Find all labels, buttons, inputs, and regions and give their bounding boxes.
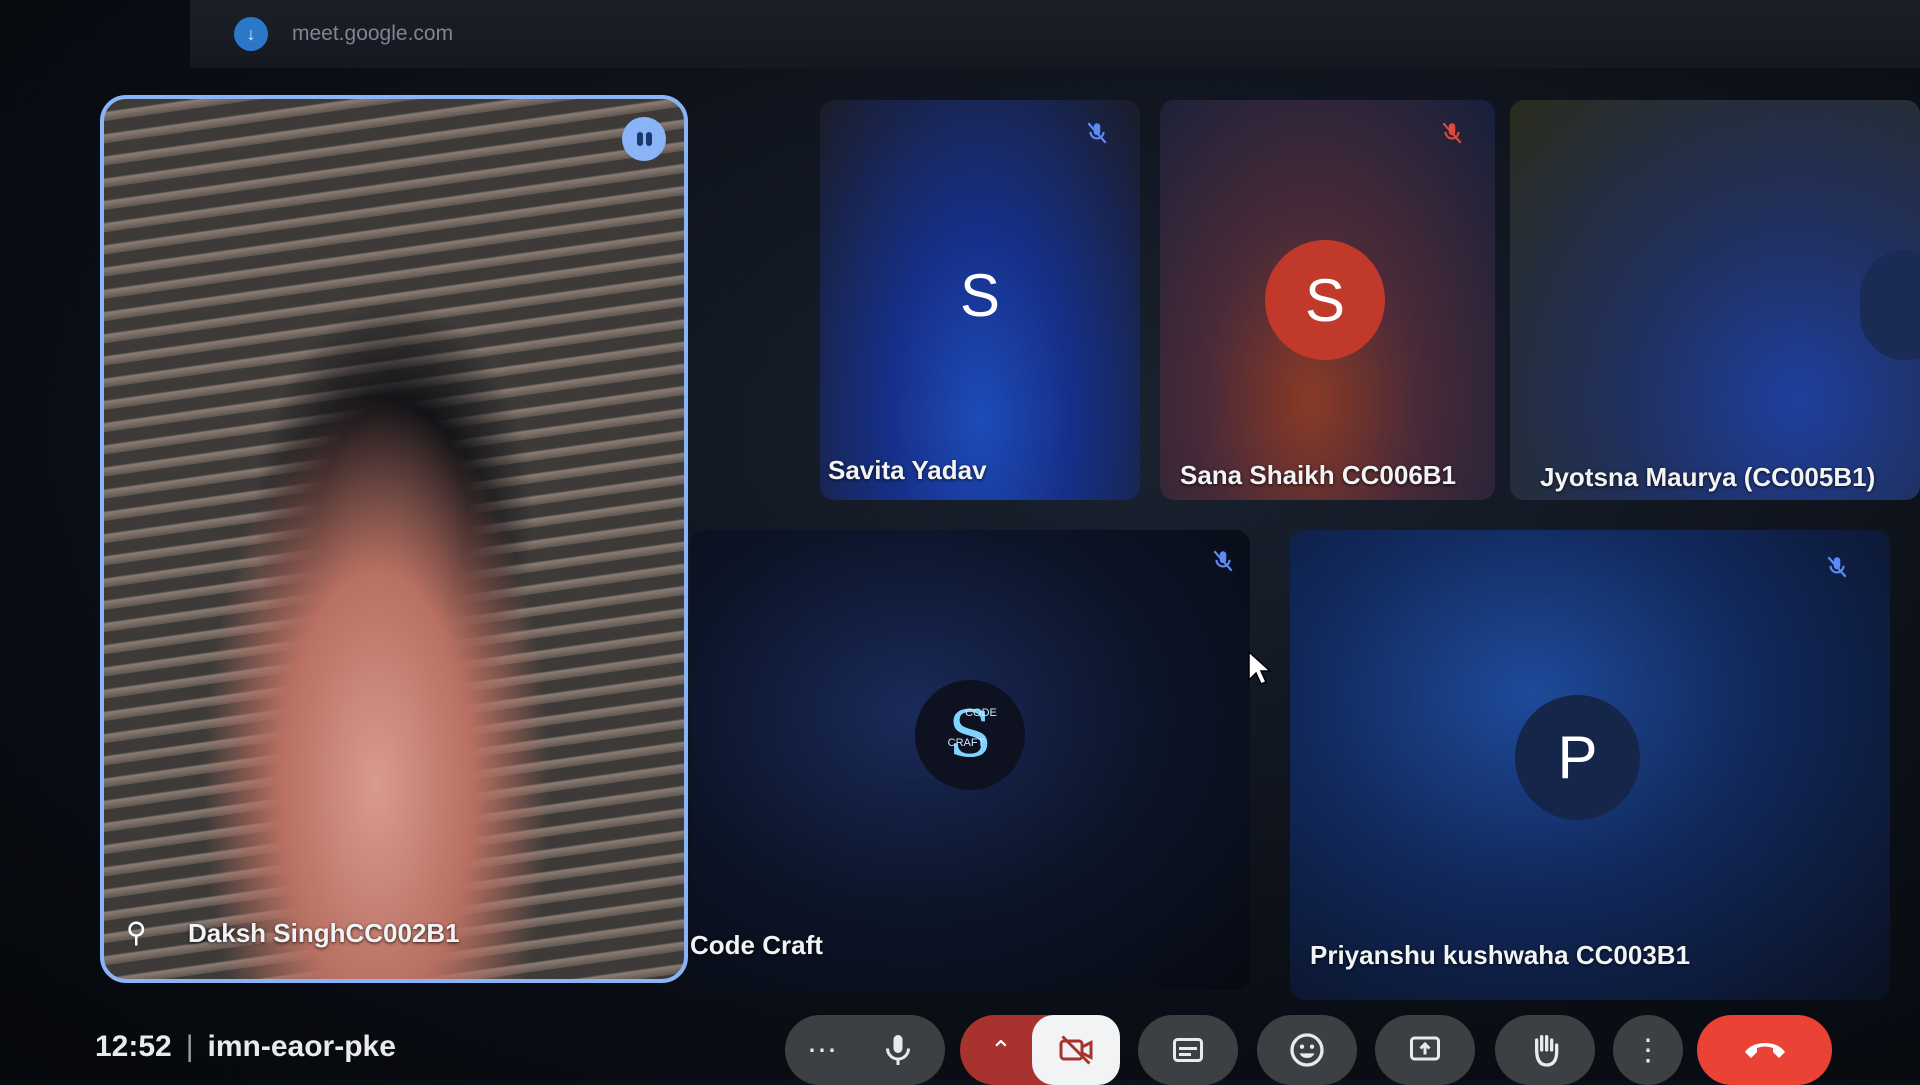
end-call-button[interactable]	[1697, 1015, 1832, 1085]
logo-top-text: CODE	[965, 707, 997, 719]
tile-options-icon[interactable]	[622, 117, 666, 161]
avatar	[1860, 250, 1920, 360]
participant-name: Priyanshu kushwaha CC003B1	[1310, 940, 1691, 970]
captions-icon	[1173, 1038, 1203, 1062]
self-video-tile[interactable]: ⚲ Daksh SinghCC002B1	[100, 95, 688, 983]
participant-tile-code-craft[interactable]: S CODE CRAFT Code Craft	[690, 530, 1250, 990]
address-bar-url[interactable]: meet.google.com	[292, 22, 453, 46]
mouse-cursor-icon	[1248, 650, 1271, 685]
meeting-separator: |	[185, 1030, 194, 1063]
more-options-button[interactable]: ⋮	[1613, 1015, 1683, 1085]
pin-icon[interactable]: ⚲	[126, 916, 147, 949]
present-button[interactable]	[1375, 1015, 1475, 1085]
meeting-code: imn-eaor-pke	[207, 1030, 396, 1063]
present-icon	[1410, 1036, 1440, 1061]
mic-off-icon	[1442, 122, 1462, 144]
participant-tile-priyanshu[interactable]: P Priyanshu kushwaha CC003B1	[1290, 530, 1890, 1000]
avatar: S	[959, 261, 1001, 329]
captions-button[interactable]	[1138, 1015, 1238, 1085]
avatar: S	[1265, 240, 1385, 360]
reactions-button[interactable]	[1257, 1015, 1357, 1085]
mic-off-icon	[1087, 122, 1107, 144]
more-options-icon: ⋮	[1633, 1033, 1663, 1067]
chevron-up-icon[interactable]: ⌃	[990, 1035, 1012, 1066]
browser-top-bar: ↓ meet.google.com	[190, 0, 1920, 68]
participant-name: Daksh SinghCC002B1	[188, 918, 460, 948]
more-dots-icon[interactable]: ⋯	[807, 1033, 839, 1068]
camera-group: ⌃	[960, 1015, 1120, 1085]
microphone-icon[interactable]	[880, 1030, 916, 1070]
download-icon[interactable]: ↓	[234, 17, 268, 51]
participant-name: Sana Shaikh CC006B1	[1180, 460, 1457, 490]
participant-tile-savita[interactable]: S Savita Yadav	[820, 100, 1140, 500]
camera-off-icon	[1059, 1035, 1093, 1065]
raise-hand-icon	[1535, 1035, 1559, 1067]
participant-tile-jyotsna[interactable]: Jyotsna Maurya (CC005B1)	[1510, 100, 1920, 500]
logo-bottom-text: CRAFT	[947, 737, 985, 749]
end-call-icon	[1744, 1043, 1785, 1058]
raise-hand-button[interactable]	[1495, 1015, 1595, 1085]
mic-group: ⋯	[785, 1015, 945, 1085]
participant-name: Code Craft	[690, 930, 823, 960]
mic-off-icon	[1213, 550, 1233, 572]
mic-off-icon	[1827, 556, 1847, 578]
participant-name: Savita Yadav	[828, 455, 987, 485]
emoji-icon	[1290, 1033, 1324, 1067]
participant-name: Jyotsna Maurya (CC005B1)	[1540, 462, 1876, 492]
participant-tile-sana[interactable]: S Sana Shaikh CC006B1	[1160, 100, 1495, 500]
avatar: P	[1515, 695, 1640, 820]
meeting-info: 12:52 | imn-eaor-pke	[95, 1030, 396, 1064]
camera-toggle-button[interactable]	[1032, 1015, 1120, 1085]
code-craft-logo: S CODE CRAFT	[915, 680, 1025, 790]
meeting-time: 12:52	[95, 1030, 172, 1063]
